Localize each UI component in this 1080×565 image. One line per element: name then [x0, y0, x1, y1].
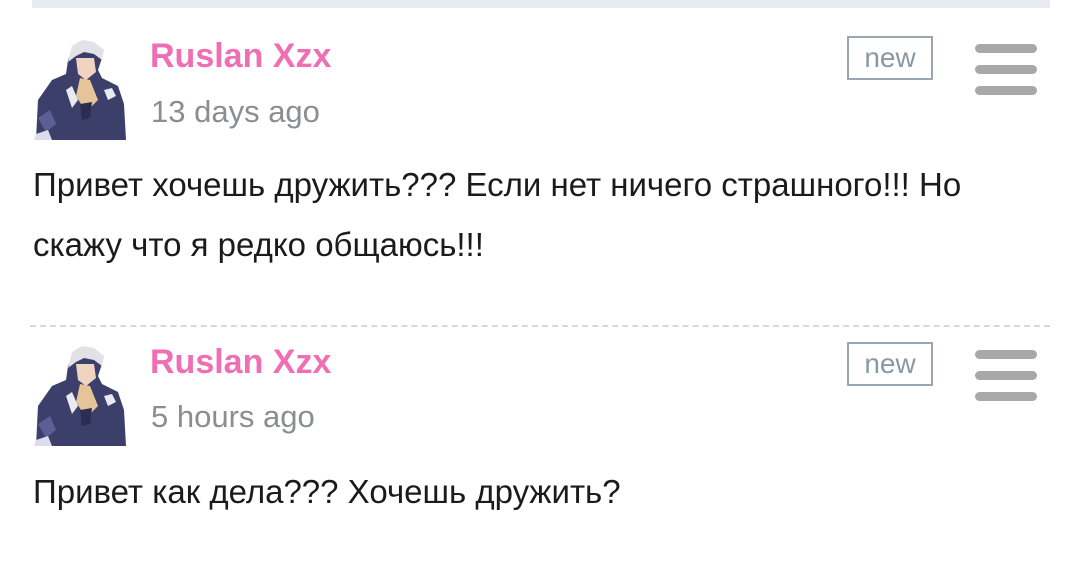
- comment-text: Привет как дела??? Хочешь дружить?: [33, 473, 621, 510]
- comment-timestamp: 5 hours ago: [151, 399, 315, 434]
- new-badge: new: [847, 342, 933, 386]
- author-name[interactable]: Ruslan Xzx: [150, 343, 331, 382]
- comment-menu-button[interactable]: [975, 350, 1037, 402]
- author-name[interactable]: Ruslan Xzx: [150, 37, 331, 76]
- avatar[interactable]: [28, 38, 130, 140]
- anime-character-avatar-icon: [34, 346, 126, 446]
- comment-timestamp: 13 days ago: [151, 94, 320, 129]
- comment-divider: [30, 325, 1050, 327]
- new-badge: new: [847, 36, 933, 80]
- top-divider-bar: [32, 0, 1050, 8]
- comment-menu-button[interactable]: [975, 44, 1037, 96]
- comment-text: Привет хочешь дружить??? Если нет ничего…: [33, 166, 962, 263]
- avatar[interactable]: [28, 344, 130, 446]
- anime-character-avatar-icon: [34, 40, 126, 140]
